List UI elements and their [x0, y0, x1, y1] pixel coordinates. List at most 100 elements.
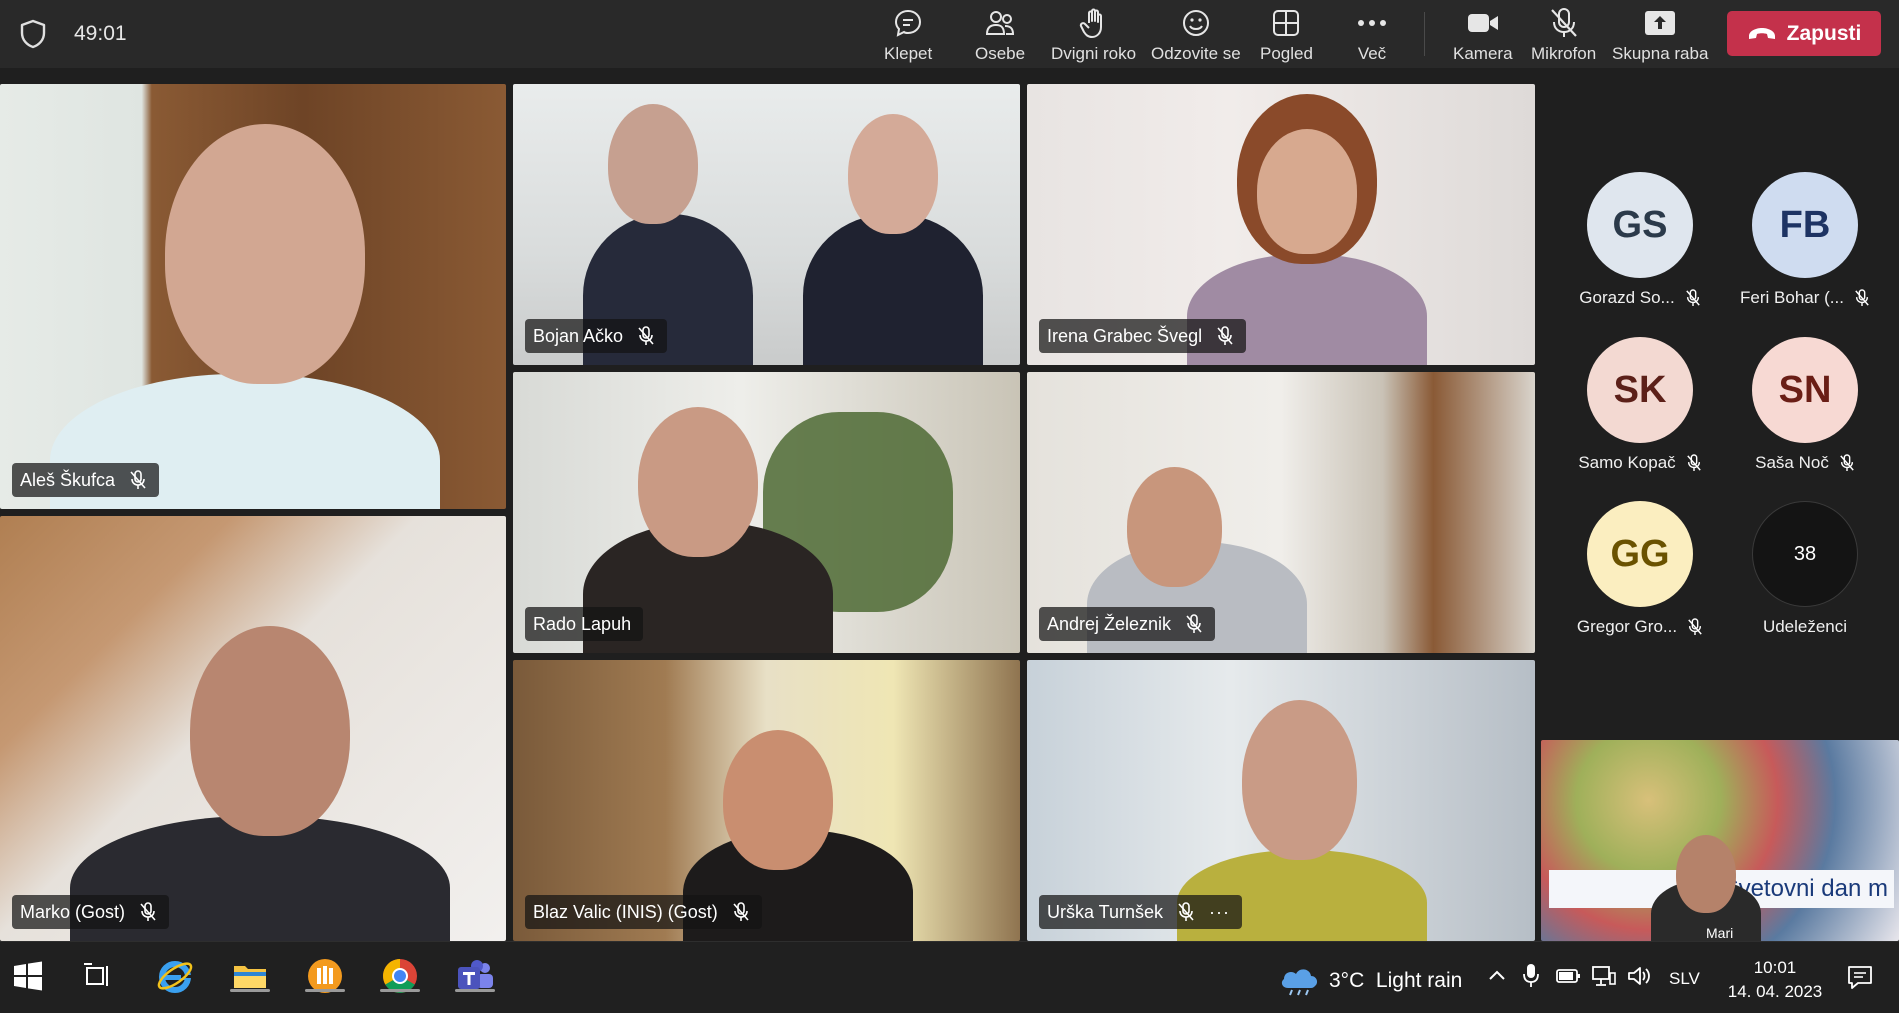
- shared-screen-tile[interactable]: Svetovni dan m Mari: [1541, 740, 1899, 941]
- view-button[interactable]: Pogled: [1260, 6, 1313, 66]
- clock-date: 14. 04. 2023: [1727, 982, 1823, 1001]
- mic-muted-icon: [1686, 454, 1701, 471]
- microphone-tray-icon[interactable]: [1521, 962, 1541, 990]
- camera-button[interactable]: Kamera: [1453, 6, 1513, 66]
- meeting-toolbar: 49:01 Klepet Osebe Dvigni roko Odzovite …: [0, 0, 1899, 68]
- teams-icon[interactable]: [455, 956, 495, 996]
- react-label: Odzovite se: [1151, 44, 1241, 63]
- participants-overflow-button[interactable]: 38 Udeleženci: [1730, 501, 1880, 637]
- roster-participant[interactable]: FB Feri Bohar (...: [1730, 172, 1880, 308]
- smiley-icon: [1182, 10, 1209, 36]
- share-icon: [1645, 11, 1676, 35]
- participant-name-tag: Blaz Valic (INIS) (Gost): [525, 895, 762, 929]
- task-view-icon[interactable]: [78, 956, 118, 996]
- leave-button[interactable]: Zapusti: [1727, 11, 1881, 56]
- avatar: SN: [1752, 337, 1858, 443]
- mic-muted-icon: [638, 326, 654, 345]
- mic-muted-icon: [1186, 614, 1202, 633]
- meeting-timer: 49:01: [74, 22, 127, 45]
- active-app-indicator: [380, 989, 420, 992]
- participant-name: Aleš Škufca: [20, 469, 116, 490]
- chat-button[interactable]: Klepet: [884, 6, 932, 66]
- participant-name: Marko (Gost): [20, 901, 126, 922]
- windows-start-icon[interactable]: [8, 956, 48, 996]
- mic-muted-icon: [1685, 289, 1700, 306]
- mic-muted-icon: [1840, 454, 1854, 471]
- video-tile[interactable]: Aleš Škufca: [0, 84, 506, 509]
- weather-widget[interactable]: 3°C Light rain: [1329, 969, 1462, 993]
- clock-time: 10:01: [1753, 958, 1797, 977]
- video-tile[interactable]: Irena Grabec Švegl: [1027, 84, 1535, 365]
- roster-participant[interactable]: GG Gregor Gro...: [1565, 501, 1715, 637]
- raise-hand-button[interactable]: Dvigni roko: [1051, 6, 1136, 66]
- mic-muted-icon: [1178, 902, 1194, 921]
- avatar: FB: [1752, 172, 1858, 278]
- hang-up-icon: [1748, 27, 1775, 39]
- system-clock[interactable]: 10:01 14. 04. 2023: [1720, 956, 1830, 1004]
- roster-name: Gorazd So...: [1579, 288, 1675, 307]
- volume-icon[interactable]: [1627, 964, 1653, 988]
- mic-muted-icon: [1855, 289, 1869, 306]
- participant-name: Urška Turnšek: [1047, 901, 1164, 922]
- mic-muted-icon: [1217, 326, 1233, 345]
- roster-name: Feri Bohar (...: [1740, 288, 1844, 307]
- more-label: Več: [1357, 44, 1387, 63]
- raise-hand-label: Dvigni roko: [1051, 44, 1137, 63]
- avatar: SK: [1587, 337, 1693, 443]
- camera-label: Kamera: [1453, 44, 1513, 63]
- share-label: Skupna raba: [1612, 44, 1709, 63]
- video-tile[interactable]: Urška Turnšek ···: [1027, 660, 1535, 941]
- roster-participant[interactable]: SN Saša Noč: [1730, 337, 1880, 473]
- mic-muted-icon: [1688, 618, 1702, 635]
- microphone-label: Mikrofon: [1531, 44, 1597, 63]
- participant-name-tag: Irena Grabec Švegl: [1039, 319, 1247, 353]
- video-tile[interactable]: Andrej Železnik: [1027, 372, 1535, 653]
- people-icon: [986, 11, 1015, 35]
- weather-cloud-icon[interactable]: [1278, 960, 1322, 996]
- participant-name: Bojan Ačko: [533, 325, 624, 346]
- video-stage: Aleš Škufca Bojan Ačko Irena Grabec Šveg…: [0, 68, 1899, 941]
- weather-temperature: 3°C: [1329, 969, 1365, 992]
- mic-off-icon: [1550, 8, 1577, 37]
- participant-name-tag: Aleš Škufca: [12, 463, 160, 497]
- more-icon: [1358, 20, 1386, 26]
- react-button[interactable]: Odzovite se: [1151, 6, 1241, 66]
- participant-name-tag: Andrej Železnik: [1039, 607, 1216, 641]
- video-tile[interactable]: Marko (Gost): [0, 516, 506, 941]
- toolbar-divider: [1424, 12, 1425, 56]
- participant-count: 38: [1752, 501, 1858, 607]
- internet-explorer-icon[interactable]: [155, 956, 195, 996]
- file-explorer-icon[interactable]: [230, 956, 270, 996]
- roster-participant[interactable]: SK Samo Kopač: [1565, 337, 1715, 473]
- share-button[interactable]: Skupna raba: [1612, 6, 1708, 66]
- app-orange-icon[interactable]: [305, 956, 345, 996]
- active-app-indicator: [230, 989, 270, 992]
- notifications-icon[interactable]: [1846, 964, 1874, 990]
- network-icon[interactable]: [1591, 964, 1617, 988]
- participants-label: Udeleženci: [1762, 617, 1848, 636]
- active-app-indicator: [305, 989, 345, 992]
- input-language-indicator[interactable]: SLV: [1669, 969, 1700, 989]
- people-label: Osebe: [975, 44, 1026, 63]
- chevron-up-icon[interactable]: [1487, 966, 1507, 986]
- video-tile[interactable]: Blaz Valic (INIS) (Gost): [513, 660, 1020, 941]
- participant-name: Irena Grabec Švegl: [1047, 325, 1203, 346]
- view-label: Pogled: [1260, 44, 1313, 63]
- camera-icon: [1467, 14, 1498, 32]
- grid-view-icon: [1273, 10, 1300, 36]
- microphone-button[interactable]: Mikrofon: [1531, 6, 1596, 66]
- roster-name: Gregor Gro...: [1576, 617, 1678, 636]
- video-tile[interactable]: Bojan Ačko: [513, 84, 1020, 365]
- people-button[interactable]: Osebe: [975, 6, 1025, 66]
- avatar: GG: [1587, 501, 1693, 607]
- roster-participant[interactable]: GS Gorazd So...: [1565, 172, 1715, 308]
- participant-name-tag: Urška Turnšek ···: [1039, 895, 1243, 929]
- leave-label: Zapusti: [1786, 21, 1862, 45]
- battery-icon[interactable]: [1555, 966, 1581, 986]
- chrome-icon[interactable]: [380, 956, 420, 996]
- mic-muted-icon: [733, 902, 749, 921]
- video-tile[interactable]: Rado Lapuh: [513, 372, 1020, 653]
- more-button[interactable]: Več: [1355, 6, 1389, 66]
- participant-name: Blaz Valic (INIS) (Gost): [533, 901, 718, 922]
- tile-more-button[interactable]: ···: [1209, 902, 1230, 923]
